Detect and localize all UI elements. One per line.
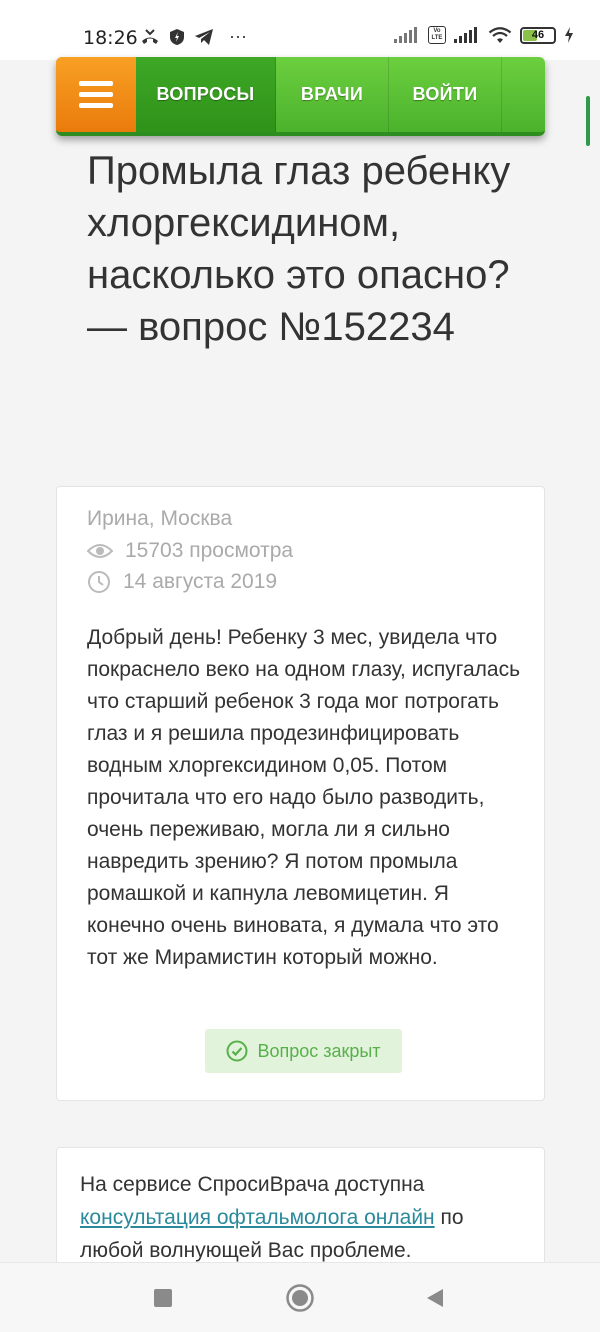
- status-badge: Вопрос закрыт: [205, 1029, 402, 1073]
- question-views: 15703 просмотра: [87, 539, 293, 563]
- home-button[interactable]: [285, 1283, 315, 1313]
- status-time: 18:26: [83, 27, 138, 49]
- system-navigation-bar: [0, 1262, 600, 1332]
- views-count: 15703 просмотра: [125, 539, 294, 562]
- back-button[interactable]: [420, 1283, 450, 1313]
- scroll-indicator: [586, 96, 590, 146]
- back-triangle-icon: [427, 1289, 443, 1307]
- square-icon: [154, 1289, 172, 1307]
- signal-icon: [394, 27, 417, 43]
- check-circle-icon: [226, 1040, 248, 1062]
- site-navbar: ВОПРОСЫ ВРАЧИ ВОЙТИ: [56, 57, 545, 136]
- status-label: Вопрос закрыт: [257, 1040, 381, 1061]
- recents-button[interactable]: [148, 1283, 178, 1313]
- menu-button[interactable]: [56, 57, 136, 132]
- status-system-icons: Vo LTE 46: [394, 26, 574, 44]
- wifi-icon: [488, 27, 512, 43]
- battery-level: 46: [531, 28, 545, 41]
- question-date: 14 августа 2019: [87, 570, 277, 594]
- missed-call-icon: [142, 28, 158, 44]
- volte-icon: Vo LTE: [428, 26, 446, 44]
- question-card: Ирина, Москва 15703 просмотра 14 августа…: [56, 486, 545, 1101]
- date-text: 14 августа 2019: [123, 570, 278, 593]
- eye-icon: [87, 544, 113, 558]
- more-notifications-icon: ···: [229, 26, 247, 46]
- clock-icon: [88, 571, 110, 593]
- hamburger-icon: [79, 81, 113, 86]
- battery-icon: 46: [520, 26, 556, 44]
- page-title: Промыла глаз ребенку хлоргексидином, нас…: [87, 149, 511, 349]
- telegram-icon: [195, 28, 213, 45]
- charging-icon: [565, 27, 573, 43]
- question-text: Добрый день! Ребенку 3 мес, увидела что …: [87, 626, 521, 969]
- status-bar: 18:26 ··· Vo LTE 46: [0, 0, 600, 60]
- question-author: Ирина, Москва: [87, 507, 233, 530]
- service-prefix: На сервисе СпросиВрача доступна: [80, 1173, 425, 1196]
- status-notifications: ···: [140, 26, 247, 47]
- consultation-link[interactable]: консультация офтальмолога онлайн: [80, 1206, 435, 1229]
- nav-questions[interactable]: ВОПРОСЫ: [136, 57, 276, 132]
- service-text: На сервисе СпросиВрача доступна консульт…: [80, 1168, 525, 1267]
- nav-doctors[interactable]: ВРАЧИ: [276, 57, 389, 132]
- shield-icon: [170, 28, 184, 45]
- nav-login[interactable]: ВОЙТИ: [389, 57, 502, 132]
- circle-icon: [286, 1284, 314, 1312]
- signal-icon-2: [454, 27, 477, 43]
